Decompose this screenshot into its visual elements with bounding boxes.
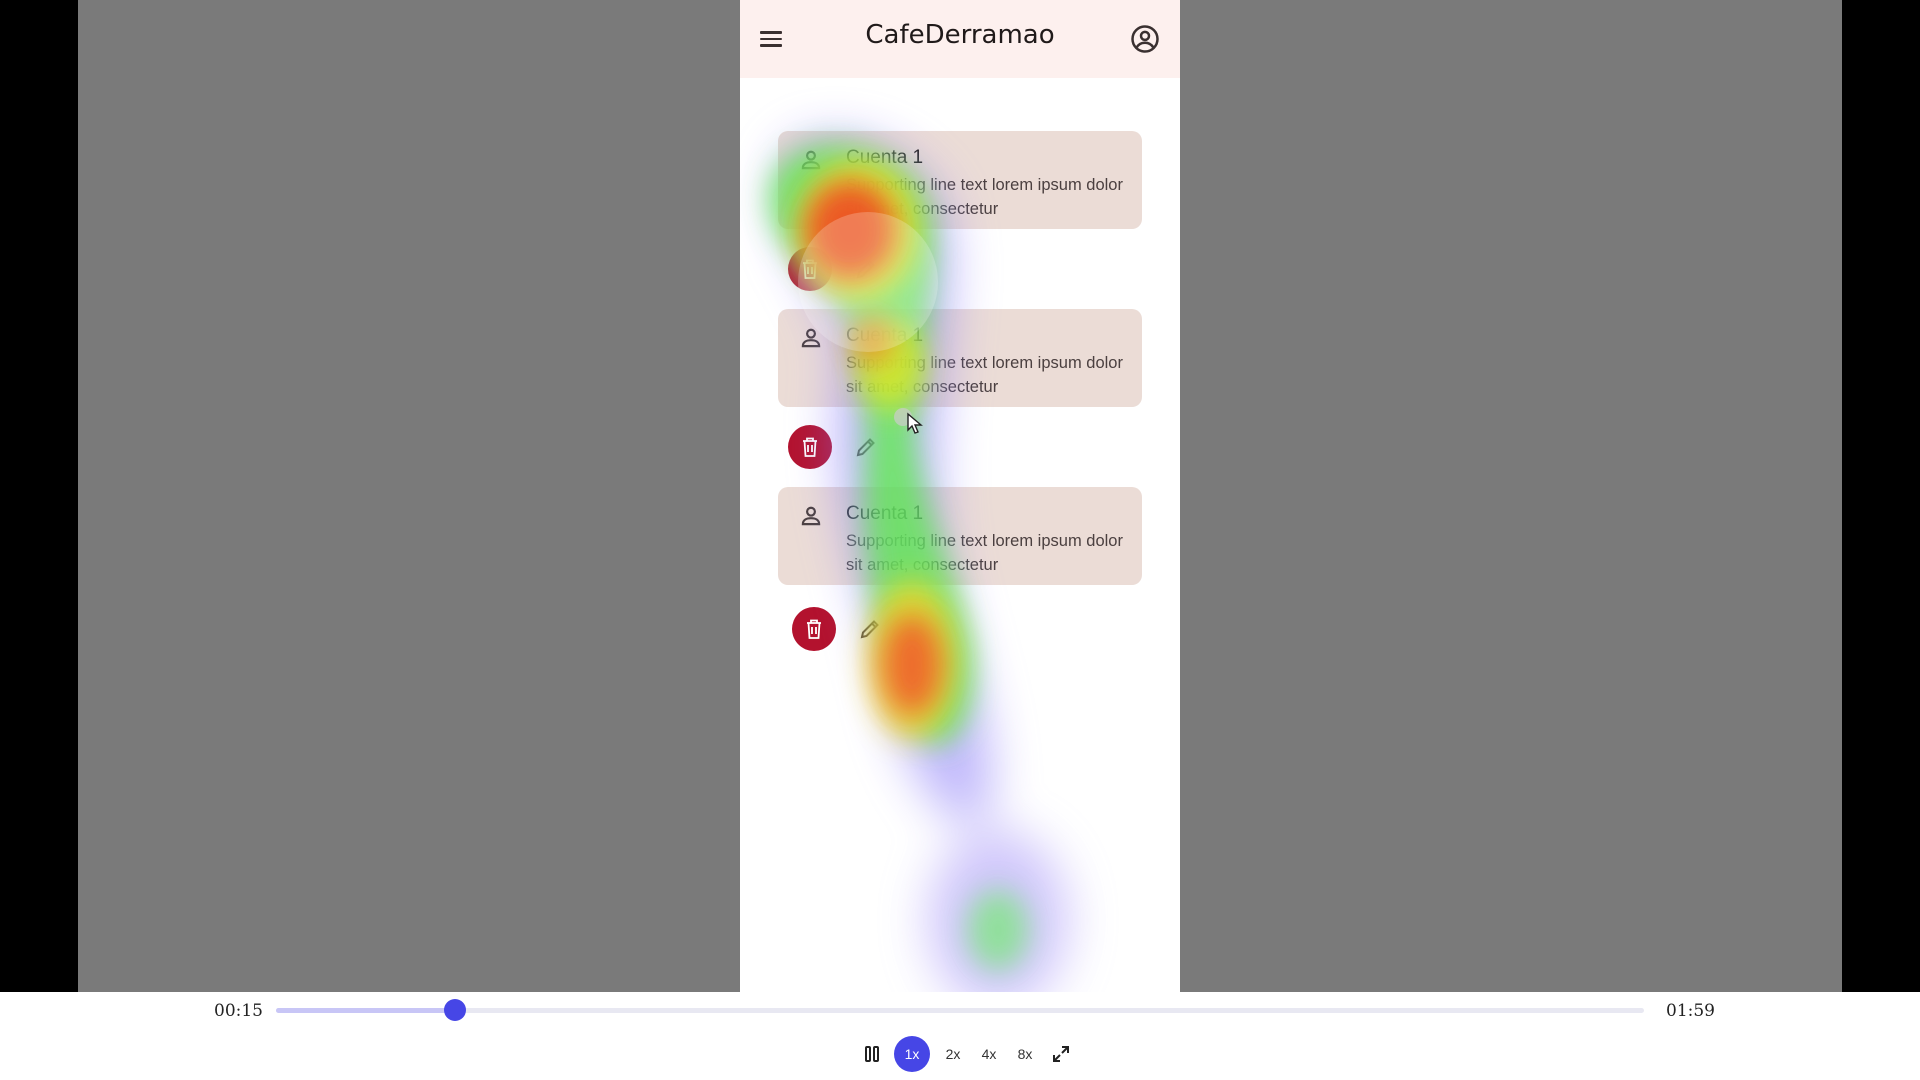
seek-progress — [276, 1008, 456, 1013]
edit-button[interactable] — [844, 425, 888, 469]
account-card[interactable]: Cuenta 1 Supporting line text lorem ipsu… — [778, 487, 1142, 585]
account-circle-icon[interactable] — [1130, 24, 1160, 54]
trash-icon — [803, 259, 817, 279]
speed-8x-button[interactable]: 8x — [1012, 1036, 1038, 1072]
pencil-icon — [856, 260, 875, 279]
speed-1x-button[interactable]: 1x — [894, 1036, 930, 1072]
playback-buttons: 1x 2x 4x 8x — [860, 1036, 1074, 1072]
account-supporting-text: Supporting line text lorem ipsum dolor s… — [846, 532, 1123, 574]
fullscreen-icon[interactable] — [1048, 1036, 1074, 1072]
cursor-pointer-icon — [907, 412, 923, 434]
edit-button[interactable] — [848, 607, 892, 651]
edit-button[interactable] — [844, 247, 888, 291]
person-icon — [801, 150, 821, 170]
account-card[interactable]: Cuenta 1 Supporting line text lorem ipsu… — [778, 309, 1142, 407]
top-app-bar: CafeDerramao — [740, 0, 1180, 78]
person-icon — [801, 506, 821, 526]
total-time: 01:59 — [1666, 1001, 1715, 1021]
app-screen: CafeDerramao Cuenta 1 Supporting line te… — [740, 0, 1180, 992]
trash-icon — [803, 437, 817, 457]
account-supporting-text: Supporting line text lorem ipsum dolor s… — [846, 354, 1123, 396]
delete-button[interactable] — [788, 247, 832, 291]
seek-bar[interactable] — [276, 999, 1644, 1021]
delete-button[interactable] — [788, 425, 832, 469]
delete-button[interactable] — [792, 607, 836, 651]
speed-4x-button[interactable]: 4x — [976, 1036, 1002, 1072]
current-time: 00:15 — [214, 1001, 263, 1021]
speed-2x-button[interactable]: 2x — [940, 1036, 966, 1072]
trash-icon — [807, 619, 821, 639]
app-title: CafeDerramao — [865, 20, 1055, 50]
pencil-icon — [860, 620, 879, 639]
pencil-icon — [856, 438, 875, 457]
person-icon — [801, 328, 821, 348]
account-name: Cuenta 1 — [846, 147, 924, 168]
account-name: Cuenta 1 — [846, 325, 924, 346]
account-supporting-text: Supporting line text lorem ipsum dolor s… — [846, 176, 1123, 218]
pause-icon[interactable] — [860, 1036, 884, 1072]
account-card[interactable]: Cuenta 1 Supporting line text lorem ipsu… — [778, 131, 1142, 229]
account-name: Cuenta 1 — [846, 503, 924, 524]
